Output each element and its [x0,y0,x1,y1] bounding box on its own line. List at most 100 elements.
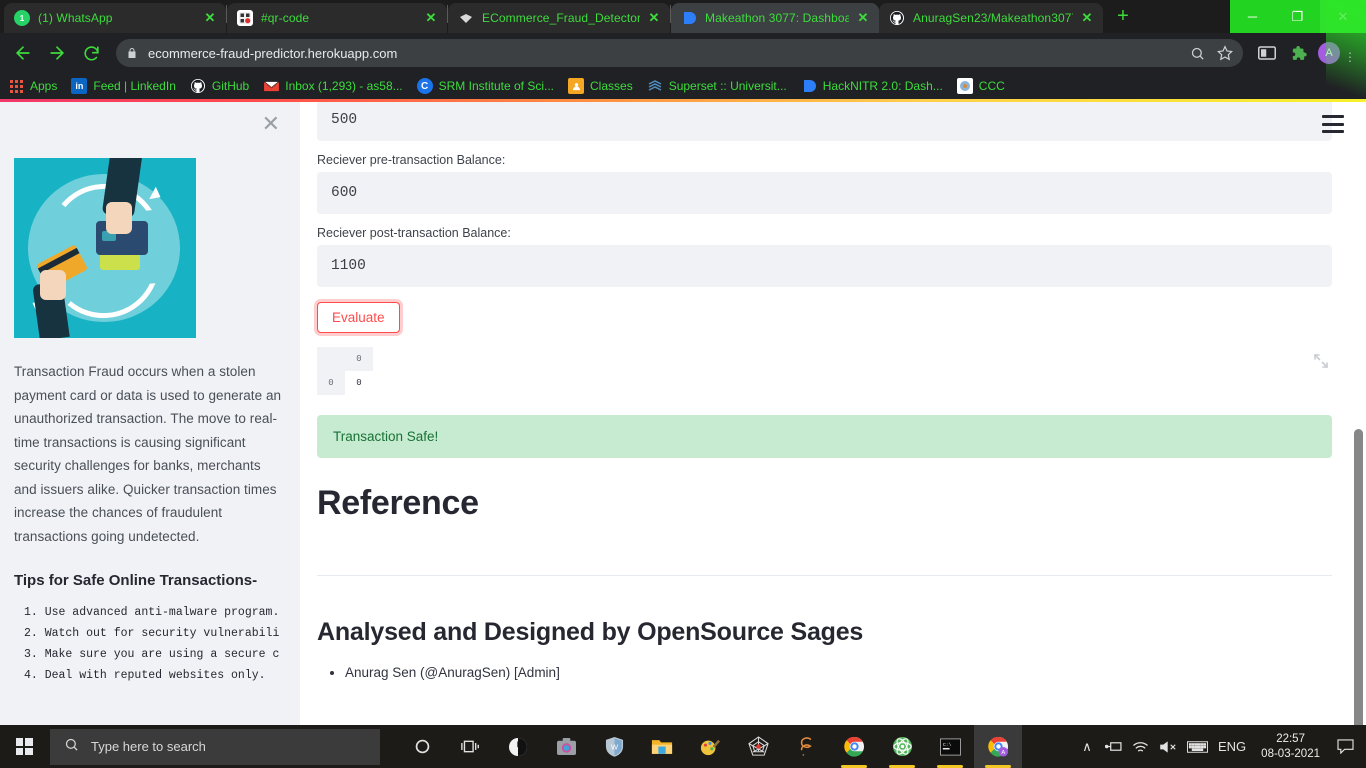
hamburger-menu-icon[interactable] [1322,115,1344,133]
search-placeholder: Type here to search [91,739,206,754]
fullscreen-expand-icon[interactable] [1313,353,1329,369]
browser-tab-fraud-detector[interactable]: ECommerce_Fraud_Detector · S ✕ [448,3,670,33]
chrome-browser-window: 1 (1) WhatsApp ✕ #qr-code ✕ ECommerce_Fr… [0,0,1366,725]
reload-button[interactable] [76,38,106,68]
tray-chevron-icon[interactable]: ∧ [1074,725,1100,768]
tab-close-button[interactable]: ✕ [202,10,218,26]
chrome-icon[interactable] [830,725,878,768]
bookmark-label: Feed | LinkedIn [93,79,176,93]
chrome-menu-icon[interactable]: ⋮ [1344,51,1356,63]
bookmark-label: Classes [590,79,633,93]
page-scrollbar[interactable] [1351,99,1366,725]
bookmark-label: Superset :: Universit... [668,79,787,93]
bookmark-label: Apps [30,79,58,93]
page-viewport: ✕ Transaction Fraud occurs when a stolen… [0,99,1366,725]
hacknitr-icon [801,78,817,94]
streamlit-loading-bar [0,99,1366,102]
reading-list-icon[interactable] [1254,40,1280,66]
amount-field[interactable]: 500 [317,99,1332,141]
bookmark-github[interactable]: GitHub [190,78,249,94]
bookmark-linkedin[interactable]: in Feed | LinkedIn [71,78,176,94]
bookmark-ccc[interactable]: CCC [956,78,1005,94]
paint-icon[interactable] [686,725,734,768]
status-badge: Transaction Safe! [317,415,1332,458]
receiver-pre-balance-label: Reciever pre-transaction Balance: [317,153,506,167]
sidebar-tips-code-block: 1. Use advanced anti-malware program. 2.… [14,602,284,686]
language-indicator[interactable]: ENG [1213,725,1251,768]
minimize-button[interactable]: ─ [1230,0,1275,33]
windows-start-icon[interactable] [0,725,48,768]
tab-close-button[interactable]: ✕ [855,10,871,26]
browser-tab-github-repo[interactable]: AnuragSen23/Makeathon3077 ✕ [879,3,1103,33]
taskbar-pinned-apps: W C:\ A [398,725,1022,768]
back-button[interactable] [8,38,38,68]
whatsapp-icon: 1 [14,10,30,26]
qr-code-icon [237,10,253,26]
clock-time: 22:57 [1276,732,1305,745]
sidebar-close-button[interactable]: ✕ [262,113,280,135]
chrome-profile-icon[interactable]: A [974,725,1022,768]
evaluate-button[interactable]: Evaluate [317,302,400,333]
star-icon[interactable] [1217,45,1233,61]
browser-tab-makeathon-dashboard[interactable]: Makeathon 3077: Dashboard | ✕ [671,3,879,33]
linkedin-icon: in [71,78,88,94]
spider-icon[interactable] [734,725,782,768]
tab-title: ECommerce_Fraud_Detector · S [482,11,640,25]
search-icon[interactable] [1190,46,1205,61]
profile-avatar[interactable]: A [1318,42,1340,64]
receiver-post-balance-field[interactable]: 1100 [317,245,1332,287]
streamlit-icon [458,10,474,26]
bookmark-classes[interactable]: Classes [568,78,633,94]
bookmark-gmail[interactable]: Inbox (1,293) - as58... [263,78,403,94]
atom-icon[interactable] [878,725,926,768]
browser-tab-qr-code[interactable]: #qr-code ✕ [227,3,447,33]
search-input[interactable]: Type here to search [50,728,380,765]
usb-eject-icon[interactable] [1100,725,1127,768]
table-row: 0 0 [317,371,373,395]
sublime-icon[interactable] [782,725,830,768]
tab-strip: 1 (1) WhatsApp ✕ #qr-code ✕ ECommerce_Fr… [0,0,1366,33]
bookmark-superset[interactable]: Superset :: Universit... [647,78,787,94]
notification-icon[interactable] [1330,725,1360,768]
omnibox-toolbar: ecommerce-fraud-predictor.herokuapp.com … [0,33,1366,73]
table-cell: 0 [345,371,373,395]
window-controls: ─ ❐ ✕ [1230,0,1366,33]
forward-button[interactable] [42,38,72,68]
taskbar-clock[interactable]: 22:57 08-03-2021 [1251,732,1330,762]
scrollbar-thumb[interactable] [1354,429,1363,725]
clock-app-icon[interactable] [494,725,542,768]
bookmark-label: SRM Institute of Sci... [438,79,555,93]
bookmark-label: GitHub [211,79,250,93]
sidebar-description: Transaction Fraud occurs when a stolen p… [14,364,282,544]
cortana-icon[interactable] [398,725,446,768]
address-bar[interactable]: ecommerce-fraud-predictor.herokuapp.com [116,39,1243,67]
camera-icon[interactable] [542,725,590,768]
tab-close-button[interactable]: ✕ [646,10,662,26]
credits-heading: Analysed and Designed by OpenSource Sage… [317,618,864,646]
receiver-pre-balance-field[interactable]: 600 [317,172,1332,214]
bookmark-hacknitr[interactable]: HackNITR 2.0: Dash... [801,78,943,94]
extensions-icon[interactable] [1285,40,1311,66]
keyboard-icon[interactable] [1182,725,1213,768]
close-window-button[interactable]: ✕ [1320,0,1366,33]
bookmarks-bar: Apps in Feed | LinkedIn GitHub Inbox (1,… [0,73,1366,99]
svg-text:A: A [1001,750,1005,756]
prediction-dataframe[interactable]: 0 0 0 [317,347,1332,395]
bookmark-srm[interactable]: C SRM Institute of Sci... [416,78,555,94]
maximize-button[interactable]: ❐ [1275,0,1320,33]
volume-mute-icon[interactable] [1154,725,1182,768]
file-explorer-icon[interactable] [638,725,686,768]
terminal-icon[interactable]: C:\ [926,725,974,768]
bookmark-apps[interactable]: Apps [8,78,57,94]
column-header: 0 [345,347,373,371]
srm-icon: C [416,78,433,94]
new-tab-button[interactable]: + [1109,3,1137,31]
wifi-icon[interactable] [1127,725,1154,768]
task-view-icon[interactable] [446,725,494,768]
classroom-icon [568,78,585,94]
windows-security-icon[interactable]: W [590,725,638,768]
browser-tab-whatsapp[interactable]: 1 (1) WhatsApp ✕ [4,3,226,33]
transaction-fraud-illustration [14,158,196,338]
tab-close-button[interactable]: ✕ [1079,10,1095,26]
tab-close-button[interactable]: ✕ [423,10,439,26]
